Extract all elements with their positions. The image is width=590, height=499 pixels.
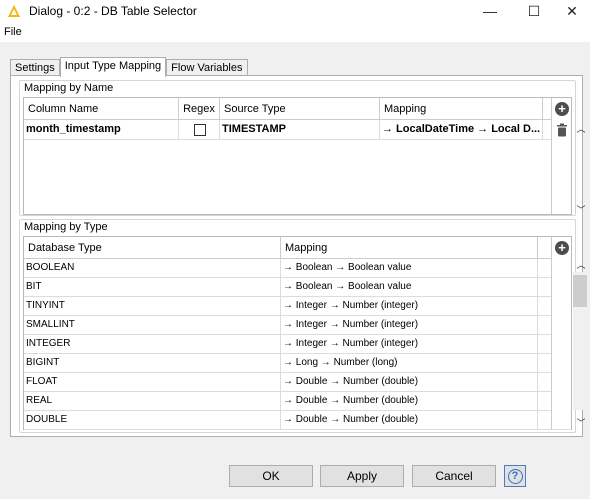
scroll-down-icon[interactable]: ﹀	[576, 205, 586, 215]
table-row[interactable]: SMALLINT → Integer → Number (integer)	[24, 316, 571, 335]
tab-input-type-mapping[interactable]: Input Type Mapping	[59, 57, 167, 77]
cell-mapping[interactable]: → LocalDateTime → Local D...	[380, 120, 543, 139]
mapping-by-type-label: Mapping by Type	[22, 221, 110, 233]
help-icon: ?	[507, 468, 523, 484]
title-bar: Dialog - 0:2 - DB Table Selector — ☐ ✕	[0, 0, 590, 22]
table-row[interactable]: FLOAT → Double → Number (double)	[24, 373, 571, 392]
table-row[interactable]: BIGINT → Long → Number (long)	[24, 354, 571, 373]
menu-file[interactable]: File	[4, 26, 22, 38]
cell-source-type[interactable]: TIMESTAMP	[220, 120, 380, 139]
mapping-by-name-group: Mapping by Name Column Name Regex Source…	[19, 80, 586, 216]
cell-database-type[interactable]: BOOLEAN	[24, 259, 281, 277]
cell-database-type[interactable]: TINYINT	[24, 297, 281, 315]
add-mapping-by-type-icon[interactable]: +	[555, 241, 569, 255]
cell-database-type[interactable]: BIT	[24, 278, 281, 296]
table-row[interactable]: TINYINT → Integer → Number (integer)	[24, 297, 571, 316]
scroll-down-icon[interactable]: ﹀	[576, 418, 586, 428]
tab-settings[interactable]: Settings	[10, 59, 60, 76]
cell-mapping[interactable]: → Boolean → Boolean value	[281, 259, 538, 277]
cell-database-type[interactable]: BIGINT	[24, 354, 281, 372]
mapping-by-type-group: Mapping by Type Database Type Mapping BO…	[19, 219, 587, 433]
mapping-by-name-table: Column Name Regex Source Type Mapping mo…	[23, 97, 572, 215]
cell-mapping[interactable]: → Double → Number (double)	[281, 411, 538, 429]
header-source-type[interactable]: Source Type	[220, 98, 380, 119]
mapping-by-type-table: Database Type Mapping BOOLEAN → Boolean …	[23, 236, 572, 430]
cell-mapping[interactable]: → Integer → Number (integer)	[281, 335, 538, 353]
regex-checkbox[interactable]	[194, 123, 206, 136]
help-button[interactable]: ?	[504, 465, 526, 487]
table-row[interactable]: month_timestamp TIMESTAMP → LocalDateTim…	[24, 120, 571, 140]
cell-database-type[interactable]: SMALLINT	[24, 316, 281, 334]
tab-flow-variables[interactable]: Flow Variables	[166, 59, 248, 76]
cell-database-type[interactable]: FLOAT	[24, 373, 281, 391]
scroll-up-icon[interactable]: ︿	[576, 260, 586, 270]
cell-mapping[interactable]: → Double → Number (double)	[281, 373, 538, 391]
cell-regex[interactable]	[179, 120, 220, 139]
table-row[interactable]: DOUBLE → Double → Number (double)	[24, 411, 571, 430]
cell-mapping[interactable]: → Integer → Number (integer)	[281, 316, 538, 334]
table-row[interactable]: REAL → Double → Number (double)	[24, 392, 571, 411]
header-mapping[interactable]: Mapping	[281, 237, 538, 258]
minimize-button[interactable]: —	[468, 0, 512, 22]
table-row[interactable]: BIT → Boolean → Boolean value	[24, 278, 571, 297]
tab-strip: Settings Input Type Mapping Flow Variabl…	[10, 57, 248, 77]
cell-database-type[interactable]: DOUBLE	[24, 411, 281, 429]
mapping-by-type-side-controls: +	[551, 237, 571, 429]
table-row[interactable]: INTEGER → Integer → Number (integer)	[24, 335, 571, 354]
apply-button[interactable]: Apply	[320, 465, 404, 487]
trash-icon[interactable]	[556, 123, 568, 137]
cell-database-type[interactable]: REAL	[24, 392, 281, 410]
header-mapping[interactable]: Mapping	[380, 98, 543, 119]
add-mapping-by-name-icon[interactable]: +	[555, 102, 569, 116]
table-header: Database Type Mapping	[24, 237, 571, 259]
close-button[interactable]: ✕	[550, 0, 590, 22]
mapping-by-name-label: Mapping by Name	[22, 82, 116, 94]
table-row[interactable]: BOOLEAN → Boolean → Boolean value	[24, 259, 571, 278]
cell-database-type[interactable]: INTEGER	[24, 335, 281, 353]
header-column-name[interactable]: Column Name	[24, 98, 179, 119]
window-title: Dialog - 0:2 - DB Table Selector	[29, 4, 197, 18]
cell-mapping[interactable]: → Double → Number (double)	[281, 392, 538, 410]
scrollbar-thumb[interactable]	[573, 275, 587, 307]
cell-mapping[interactable]: → Long → Number (long)	[281, 354, 538, 372]
cell-mapping[interactable]: → Integer → Number (integer)	[281, 297, 538, 315]
cell-column-name[interactable]: month_timestamp	[24, 120, 179, 139]
mapping-by-name-side-controls: +	[551, 98, 571, 214]
table-header: Column Name Regex Source Type Mapping	[24, 98, 571, 120]
ok-button[interactable]: OK	[229, 465, 313, 487]
header-regex[interactable]: Regex	[179, 98, 220, 119]
cancel-button[interactable]: Cancel	[412, 465, 496, 487]
scroll-up-icon[interactable]: ︿	[576, 124, 586, 134]
menu-bar: File	[0, 22, 590, 42]
tab-panel: Mapping by Name Column Name Regex Source…	[10, 75, 587, 437]
cell-mapping[interactable]: → Boolean → Boolean value	[281, 278, 538, 296]
knime-logo-icon	[8, 5, 20, 17]
header-database-type[interactable]: Database Type	[24, 237, 281, 258]
